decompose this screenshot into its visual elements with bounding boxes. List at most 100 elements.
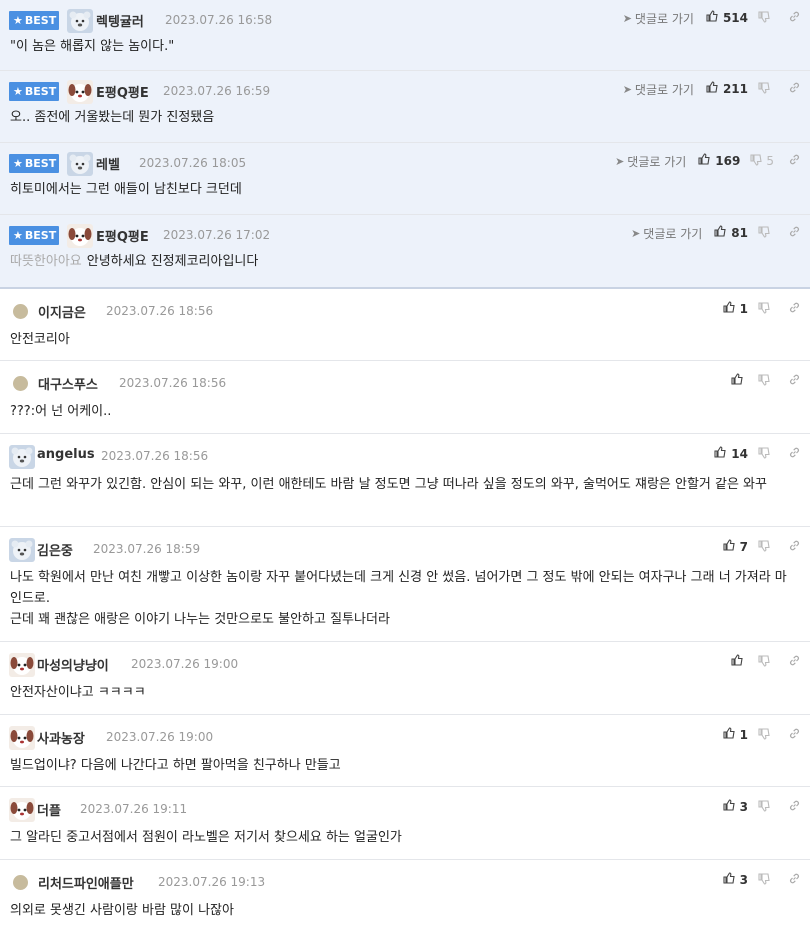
thumbs-up-icon — [731, 373, 743, 389]
comment-actions: ➤ 댓글로 가기 211 — [623, 80, 801, 98]
best-badge-label: BEST — [24, 229, 57, 242]
upvote-count: 1 — [739, 302, 748, 316]
link-icon[interactable] — [788, 225, 801, 242]
upvote-count: 81 — [731, 226, 748, 240]
comment: 김은중 2023.07.26 18:59 7 나도 학원에서 만난 여친 개빻고 이상… — [0, 527, 810, 642]
comment-header: ★ BEST 레벨 2023.07.26 18:05 ➤ 댓글로 가기 169 5 — [0, 143, 810, 179]
downvote-button[interactable] — [758, 373, 774, 389]
link-icon[interactable] — [788, 153, 801, 170]
avatar — [13, 875, 28, 890]
comment-text: "이 놈은 해롭지 않는 놈이다." — [0, 36, 810, 70]
comment-text: 따뜻한아아요 안녕하세요 진정제코리아입니다 — [0, 251, 810, 285]
comment-actions: 7 — [723, 538, 801, 556]
best-badge-label: BEST — [24, 85, 57, 98]
upvote-button[interactable]: 169 — [698, 153, 740, 169]
comment-actions — [731, 372, 801, 390]
author-name[interactable]: 대구스푸스 — [38, 374, 98, 393]
comment-actions: 1 — [723, 300, 801, 318]
link-icon[interactable] — [788, 727, 801, 744]
comment-line: 근데 꽤 괜찮은 애랑은 이야기 나누는 것만으로도 불안하고 질투나더라 — [10, 612, 390, 627]
send-arrow-icon: ➤ — [631, 226, 641, 240]
upvote-button[interactable]: 1 — [723, 727, 748, 743]
upvote-button[interactable]: 14 — [714, 446, 748, 462]
comment-header: 사과농장 2023.07.26 19:00 1 — [0, 715, 810, 755]
downvote-button[interactable]: 5 — [750, 153, 774, 169]
comment-header: ★ BEST E평Q평E 2023.07.26 17:02 ➤ 댓글로 가기 81 — [0, 215, 810, 251]
timestamp: 2023.07.26 19:13 — [158, 875, 266, 889]
comment: 마성의냥냥이 2023.07.26 19:00 안전자산이냐고 ㅋㅋㅋㅋ — [0, 642, 810, 715]
author-name[interactable]: 레벨 — [96, 154, 120, 173]
best-badge: ★ BEST — [9, 11, 59, 30]
downvote-button[interactable] — [758, 799, 774, 815]
thumbs-up-icon — [723, 301, 735, 317]
timestamp: 2023.07.26 16:59 — [163, 84, 271, 98]
thumbs-down-icon — [758, 225, 770, 241]
upvote-button[interactable]: 3 — [723, 872, 748, 888]
timestamp: 2023.07.26 18:56 — [101, 449, 209, 463]
downvote-button[interactable] — [758, 301, 774, 317]
timestamp: 2023.07.26 18:59 — [93, 542, 201, 556]
downvote-button[interactable] — [758, 446, 774, 462]
upvote-button[interactable]: 514 — [706, 10, 748, 26]
upvote-button[interactable]: 3 — [723, 799, 748, 815]
comment-line: 빌드업이냐? 다음에 나간다고 하면 팔아먹을 친구하나 만들고 — [10, 758, 341, 773]
thumbs-down-icon — [758, 373, 770, 389]
upvote-count: 169 — [715, 154, 741, 168]
upvote-button[interactable]: 7 — [723, 539, 748, 555]
send-arrow-icon: ➤ — [622, 82, 632, 96]
author-name[interactable]: E평Q평E — [96, 82, 149, 101]
upvote-count: 3 — [739, 800, 748, 814]
bear-avatar — [9, 538, 35, 562]
comment-text: 빌드업이냐? 다음에 나간다고 하면 팔아먹을 친구하나 만들고 — [0, 755, 810, 789]
author-name[interactable]: 렉텡귤러 — [96, 11, 144, 30]
dog-avatar — [9, 798, 35, 822]
link-icon[interactable] — [788, 10, 801, 27]
link-icon[interactable] — [788, 81, 801, 98]
upvote-button[interactable]: 211 — [706, 81, 748, 97]
comment-text: 오.. 좀전에 거울봤는데 뭔가 진정됐음 — [0, 107, 810, 141]
upvote-button[interactable]: 81 — [714, 225, 748, 241]
upvote-button[interactable]: 1 — [723, 301, 748, 317]
best-badge: ★ BEST — [9, 82, 59, 101]
link-icon[interactable] — [788, 301, 801, 318]
link-icon[interactable] — [788, 446, 801, 463]
link-icon[interactable] — [788, 799, 801, 816]
downvote-button[interactable] — [758, 81, 774, 97]
star-icon: ★ — [13, 229, 23, 242]
goto-comment-button[interactable]: ➤ 댓글로 가기 — [623, 10, 694, 27]
author-name[interactable]: E평Q평E — [96, 226, 149, 245]
author-name[interactable]: 더플 — [37, 800, 61, 819]
goto-comment-button[interactable]: ➤ 댓글로 가기 — [631, 225, 702, 242]
upvote-count: 7 — [739, 540, 748, 554]
link-icon[interactable] — [788, 373, 801, 390]
comment-line: 나도 학원에서 만난 여친 개빻고 이상한 놈이랑 자꾸 붙어다녔는데 크게 신… — [10, 570, 787, 606]
link-icon[interactable] — [788, 872, 801, 889]
author-name[interactable]: 사과농장 — [37, 728, 85, 747]
author-name[interactable]: 이지금은 — [38, 302, 86, 321]
goto-comment-button[interactable]: ➤ 댓글로 가기 — [615, 153, 686, 170]
downvote-button[interactable] — [758, 727, 774, 743]
author-name[interactable]: 마성의냥냥이 — [37, 655, 109, 674]
link-icon[interactable] — [788, 539, 801, 556]
comment-line: 안전코리아 — [10, 332, 70, 347]
downvote-button[interactable] — [758, 654, 774, 670]
link-icon[interactable] — [788, 654, 801, 671]
bear-avatar — [67, 152, 93, 176]
comment-text: ???:어 넌 어케이.. — [0, 401, 810, 435]
author-name[interactable]: angelus — [37, 447, 95, 462]
timestamp: 2023.07.26 18:05 — [139, 156, 247, 170]
downvote-button[interactable] — [758, 872, 774, 888]
author-name[interactable]: 김은중 — [37, 540, 73, 559]
downvote-button[interactable] — [758, 10, 774, 26]
upvote-button[interactable] — [731, 654, 748, 670]
comment-actions: 3 — [723, 798, 801, 816]
thumbs-down-icon — [758, 81, 770, 97]
downvote-button[interactable] — [758, 225, 774, 241]
comment-header: 김은중 2023.07.26 18:59 7 — [0, 527, 810, 567]
upvote-button[interactable] — [731, 373, 748, 389]
downvote-button[interactable] — [758, 539, 774, 555]
bear-avatar — [67, 9, 93, 33]
author-name[interactable]: 리처드파인애플만 — [38, 873, 134, 892]
thumbs-up-icon — [731, 654, 743, 670]
goto-comment-button[interactable]: ➤ 댓글로 가기 — [623, 81, 694, 98]
